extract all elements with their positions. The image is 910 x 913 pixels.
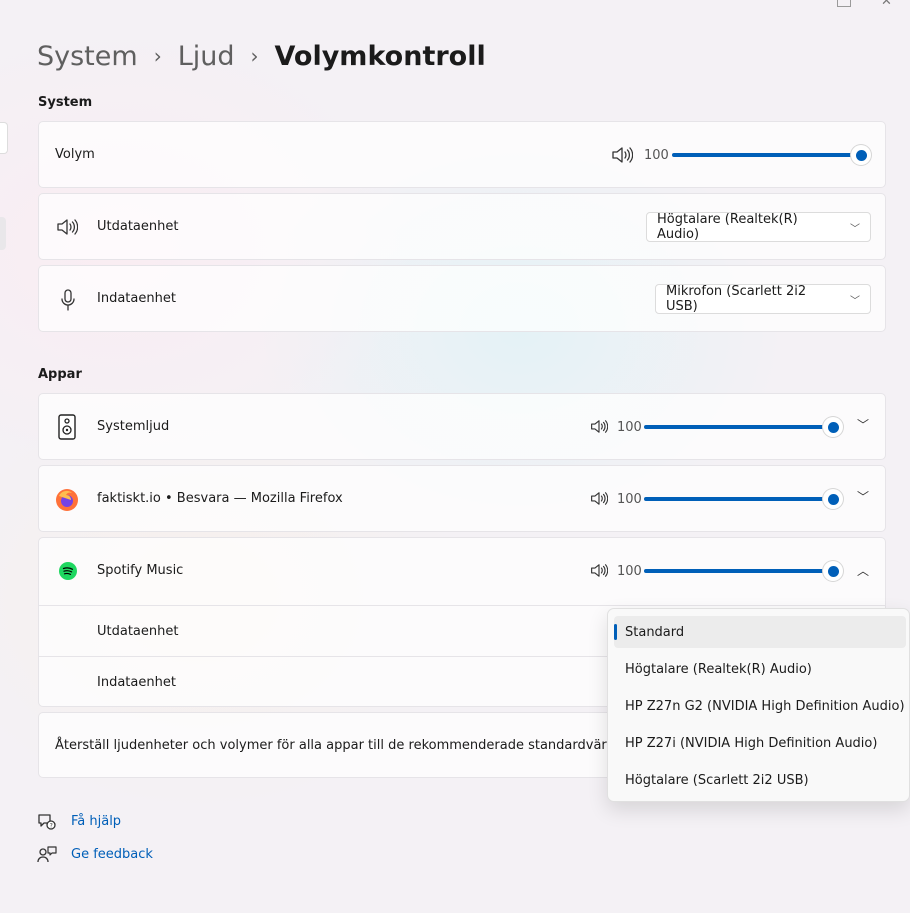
output-device-menu: Standard Högtalare (Realtek(R) Audio) HP… [607, 608, 910, 802]
app-volume-slider-thumb[interactable] [823, 561, 843, 581]
app-volume-slider-thumb[interactable] [823, 489, 843, 509]
system-sounds-icon [58, 414, 76, 444]
speaker-icon [56, 218, 79, 240]
menu-item-label: Högtalare (Scarlett 2i2 USB) [625, 772, 809, 788]
svg-text:?: ? [50, 823, 53, 830]
close-button[interactable]: ✕ [881, 0, 892, 9]
chevron-down-icon: ﹀ [850, 223, 860, 235]
volume-slider-thumb[interactable] [851, 145, 871, 165]
spotify-input-label: Indataenhet [97, 675, 176, 690]
app-volume-slider-track[interactable] [644, 497, 834, 501]
volume-card: Volym 100 [38, 121, 886, 188]
menu-item-label: HP Z27i (NVIDIA High Definition Audio) [625, 735, 878, 751]
firefox-icon [55, 488, 79, 516]
input-device-dropdown[interactable]: Mikrofon (Scarlett 2i2 USB) ﹀ [655, 284, 871, 314]
app-volume-value: 100 [617, 564, 642, 579]
section-title-apps: Appar [38, 367, 82, 382]
output-device-card: Utdataenhet Högtalare (Realtek(R) Audio)… [38, 193, 886, 260]
menu-item-realtek[interactable]: Högtalare (Realtek(R) Audio) [614, 653, 906, 685]
app-volume-value: 100 [617, 420, 642, 435]
reset-description: Återställ ljudenheter och volymer för al… [55, 738, 639, 753]
output-device-selected: Högtalare (Realtek(R) Audio) [657, 212, 798, 242]
speaker-icon[interactable] [590, 563, 609, 582]
chevron-down-icon: ﹀ [850, 295, 860, 307]
chevron-down-icon[interactable]: ﹀ [857, 416, 869, 433]
input-device-label: Indataenhet [97, 291, 176, 306]
app-volume-value: 100 [617, 492, 642, 507]
speaker-icon[interactable] [590, 491, 609, 510]
speaker-icon[interactable] [611, 146, 634, 168]
volume-slider-track[interactable] [672, 153, 862, 157]
chevron-right-icon: › [153, 44, 162, 68]
spotify-output-label: Utdataenhet [97, 624, 179, 639]
app-volume-slider-track[interactable] [644, 569, 834, 573]
breadcrumb-sound[interactable]: Ljud [178, 41, 235, 72]
nav-selected-edge[interactable] [0, 217, 6, 250]
menu-item-hp-z27n[interactable]: HP Z27n G2 (NVIDIA High Definition Audio… [614, 690, 906, 722]
menu-item-scarlett[interactable]: Högtalare (Scarlett 2i2 USB) [614, 764, 906, 796]
help-link[interactable]: Få hjälp [71, 814, 121, 829]
app-volume-slider-track[interactable] [644, 425, 834, 429]
section-title-system: System [38, 95, 93, 110]
output-device-label: Utdataenhet [97, 219, 179, 234]
chevron-down-icon[interactable]: ﹀ [857, 488, 869, 505]
menu-item-standard[interactable]: Standard [614, 616, 906, 648]
spotify-icon [59, 562, 77, 584]
app-name: faktiskt.io • Besvara — Mozilla Firefox [97, 491, 343, 506]
menu-item-hp-z27i[interactable]: HP Z27i (NVIDIA High Definition Audio) [614, 727, 906, 759]
menu-item-label: HP Z27n G2 (NVIDIA High Definition Audio… [625, 698, 905, 714]
breadcrumb: System › Ljud › Volymkontroll [37, 36, 486, 76]
app-card-firefox: faktiskt.io • Besvara — Mozilla Firefox … [38, 465, 886, 532]
output-device-dropdown[interactable]: Högtalare (Realtek(R) Audio) ﹀ [646, 212, 871, 242]
app-card-system-sounds: Systemljud 100 ﹀ [38, 393, 886, 460]
speaker-icon[interactable] [590, 419, 609, 438]
volume-label: Volym [55, 147, 95, 162]
chevron-right-icon: › [250, 44, 259, 68]
app-name: Systemljud [97, 419, 170, 434]
chevron-up-icon[interactable]: ︿ [857, 562, 869, 579]
divider [39, 605, 885, 606]
microphone-icon [60, 289, 76, 315]
volume-value: 100 [644, 148, 669, 163]
page-title: Volymkontroll [274, 40, 486, 72]
breadcrumb-system[interactable]: System [37, 41, 138, 72]
feedback-icon [37, 846, 57, 868]
menu-item-label: Standard [625, 624, 685, 640]
app-name: Spotify Music [97, 563, 184, 578]
help-icon: ? [37, 813, 57, 835]
input-device-selected: Mikrofon (Scarlett 2i2 USB) [666, 284, 807, 314]
menu-item-label: Högtalare (Realtek(R) Audio) [625, 661, 812, 677]
app-volume-slider-thumb[interactable] [823, 417, 843, 437]
input-device-card: Indataenhet Mikrofon (Scarlett 2i2 USB) … [38, 265, 886, 332]
selection-indicator [614, 624, 617, 640]
maximize-button[interactable] [837, 0, 851, 7]
nav-search-edge[interactable] [0, 122, 8, 154]
feedback-link[interactable]: Ge feedback [71, 847, 153, 862]
